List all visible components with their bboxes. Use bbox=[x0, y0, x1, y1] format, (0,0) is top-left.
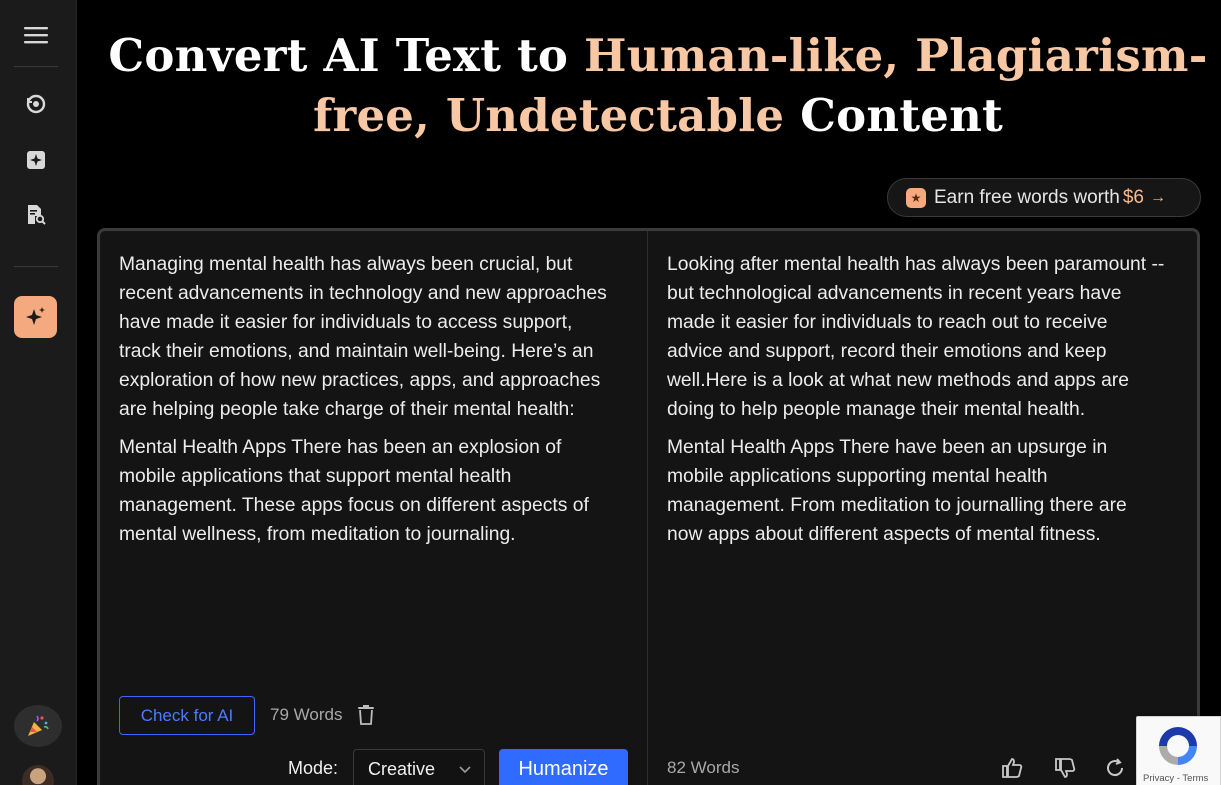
thumbs-down-icon[interactable] bbox=[1053, 756, 1077, 780]
sidebar-divider bbox=[14, 266, 58, 267]
input-textarea[interactable]: Managing mental health has always been c… bbox=[119, 250, 619, 558]
sidebar bbox=[0, 0, 77, 785]
earn-label: Earn free words worth bbox=[934, 186, 1120, 208]
sidebar-item-ai-detector[interactable] bbox=[14, 84, 58, 124]
sidebar-item-generator[interactable] bbox=[14, 140, 58, 180]
output-paragraph: Mental Health Apps There have been an up… bbox=[667, 437, 1127, 545]
rewards-button[interactable] bbox=[14, 705, 62, 747]
menu-icon bbox=[24, 27, 48, 44]
earn-free-words-button[interactable]: ★ Earn free words worth $6 → bbox=[887, 178, 1201, 217]
mode-select[interactable]: Creative bbox=[353, 749, 485, 785]
headline-part1: Convert AI Text to bbox=[108, 29, 585, 82]
input-paragraph: Managing mental health has always been c… bbox=[119, 254, 607, 420]
sidebar-item-plagiarism[interactable] bbox=[14, 195, 58, 235]
menu-button[interactable] bbox=[14, 15, 58, 55]
output-word-count: 82 Words bbox=[667, 758, 740, 777]
input-word-count: 79 Words bbox=[270, 705, 343, 724]
page-headline: Convert AI Text to Human-like, Plagiaris… bbox=[95, 26, 1221, 146]
sparkle-icon bbox=[25, 307, 45, 325]
sidebar-divider bbox=[14, 66, 58, 67]
recaptcha-logo-icon bbox=[1159, 727, 1197, 765]
mode-value: Creative bbox=[368, 758, 436, 779]
recaptcha-links[interactable]: Privacy - Terms bbox=[1143, 773, 1208, 784]
trash-icon[interactable] bbox=[356, 704, 376, 726]
check-for-ai-button[interactable]: Check for AI bbox=[119, 696, 255, 735]
gift-icon: ★ bbox=[906, 187, 926, 208]
refresh-ai-icon bbox=[26, 94, 46, 114]
input-paragraph: Mental Health Apps There has been an exp… bbox=[119, 437, 589, 545]
earn-amount: $6 bbox=[1122, 186, 1144, 208]
chevron-down-icon bbox=[459, 766, 471, 774]
doc-search-icon bbox=[28, 205, 46, 225]
thumbs-up-icon[interactable] bbox=[1000, 756, 1024, 780]
party-popper-icon bbox=[28, 715, 49, 736]
user-avatar[interactable] bbox=[22, 765, 54, 785]
headline-part2: Content bbox=[784, 89, 1003, 142]
output-text: Looking after mental health has always b… bbox=[667, 250, 1167, 558]
column-divider bbox=[647, 231, 648, 785]
plus-square-icon bbox=[27, 151, 45, 169]
output-paragraph: Looking after mental health has always b… bbox=[667, 254, 1165, 420]
mode-label: Mode: bbox=[288, 758, 339, 778]
sidebar-item-humanizer[interactable] bbox=[14, 296, 57, 338]
recaptcha-badge[interactable]: Privacy - Terms bbox=[1136, 716, 1221, 785]
regenerate-icon[interactable] bbox=[1103, 756, 1127, 780]
arrow-right-icon: → bbox=[1150, 188, 1166, 206]
humanize-button[interactable]: Humanize bbox=[499, 749, 628, 785]
